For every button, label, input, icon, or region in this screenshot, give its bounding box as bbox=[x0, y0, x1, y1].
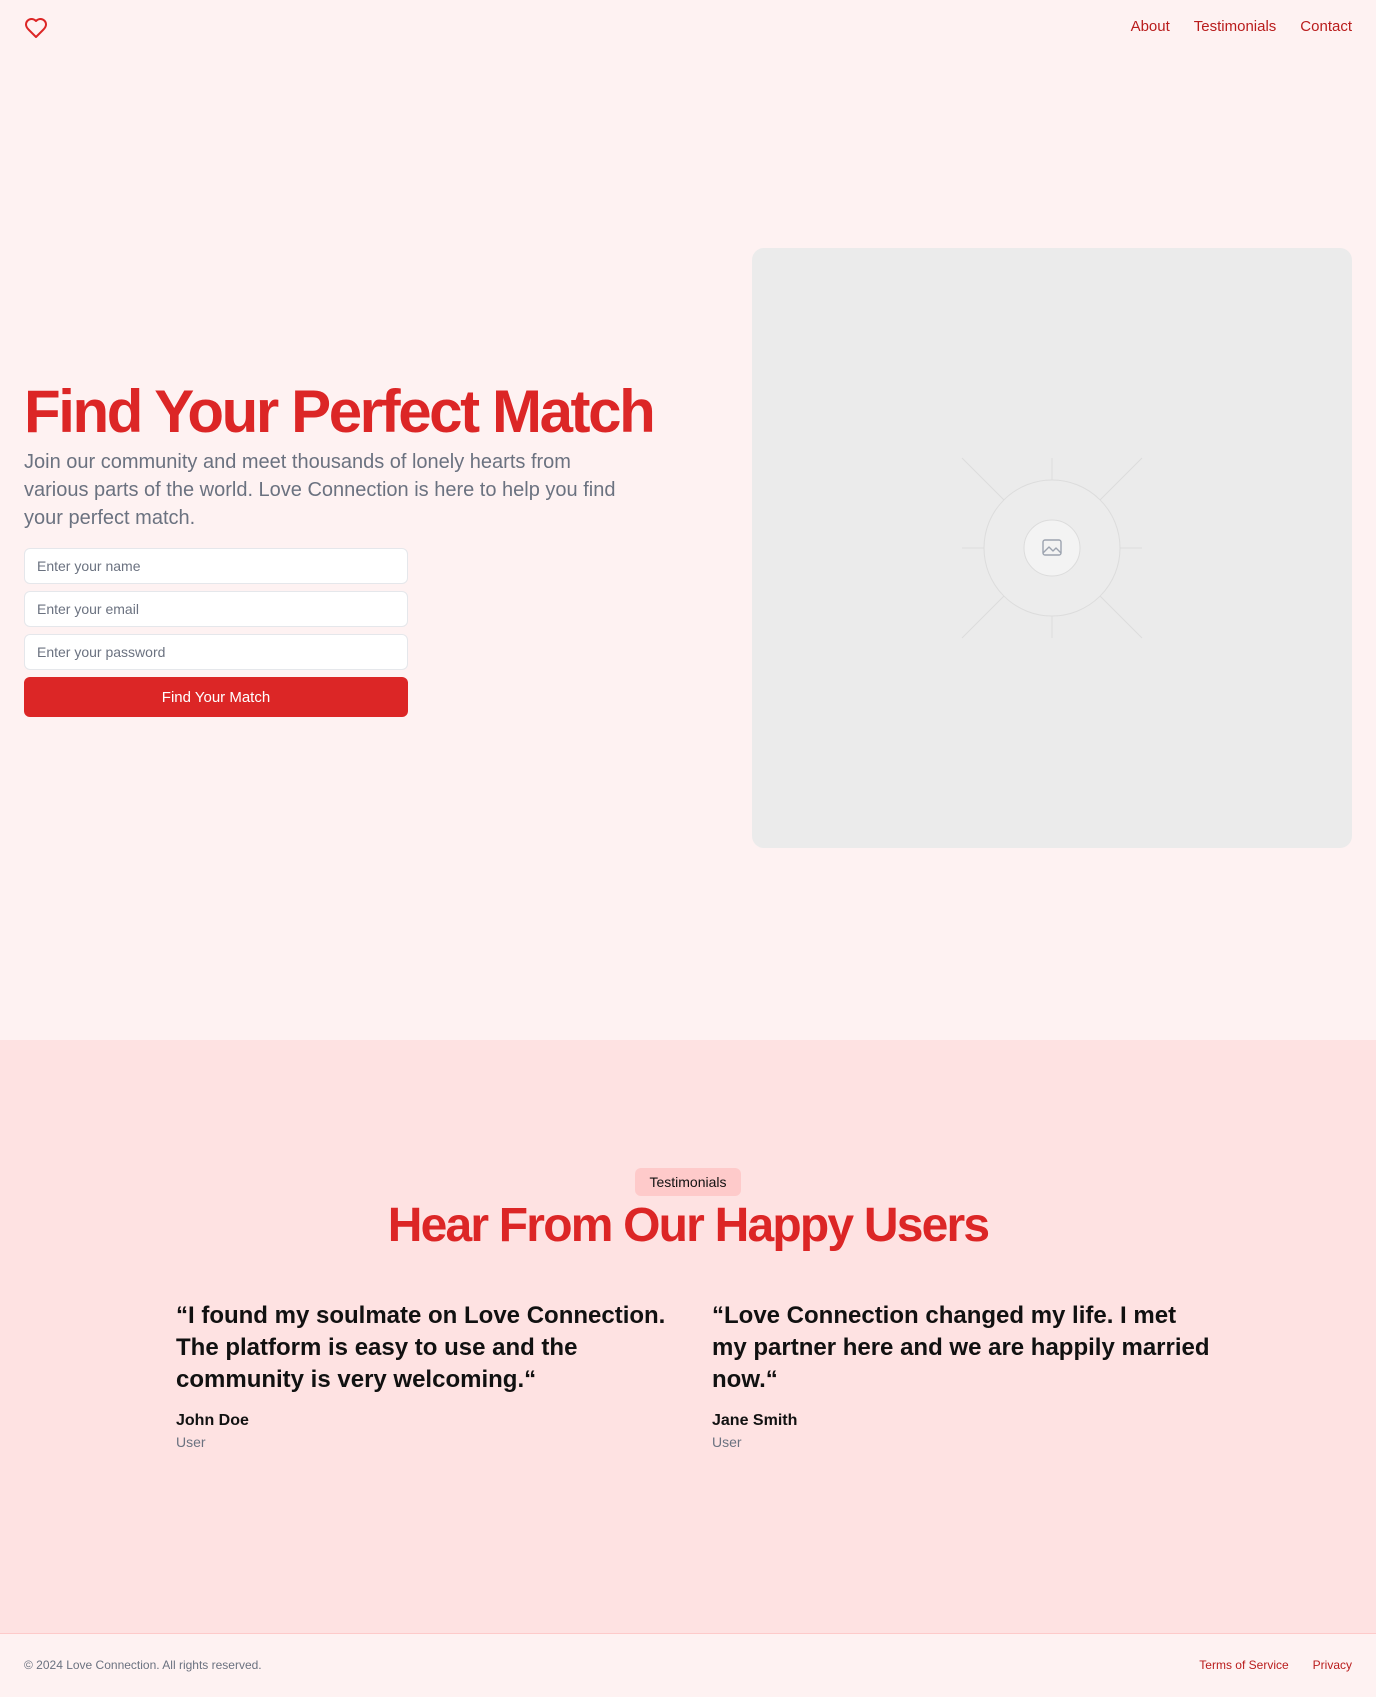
testimonial-card: “I found my soulmate on Love Connection.… bbox=[176, 1300, 676, 1452]
site-footer: © 2024 Love Connection. All rights reser… bbox=[0, 1633, 1376, 1697]
nav-about-link[interactable]: About bbox=[1131, 18, 1170, 35]
nav-contact-link[interactable]: Contact bbox=[1300, 18, 1352, 35]
testimonial-role: User bbox=[712, 1434, 742, 1450]
terms-link[interactable]: Terms of Service bbox=[1199, 1658, 1288, 1672]
nav-testimonials-link[interactable]: Testimonials bbox=[1194, 18, 1277, 35]
main-nav: About Testimonials Contact bbox=[1131, 18, 1352, 35]
testimonials-title: Hear From Our Happy Users bbox=[387, 1199, 990, 1252]
privacy-link[interactable]: Privacy bbox=[1313, 1658, 1352, 1672]
email-input[interactable] bbox=[24, 591, 408, 627]
testimonial-role: User bbox=[176, 1434, 206, 1450]
password-input[interactable] bbox=[24, 634, 408, 670]
heart-icon bbox=[25, 18, 47, 38]
name-input[interactable] bbox=[24, 548, 408, 584]
testimonial-quote: “Love Connection changed my life. I met … bbox=[712, 1302, 1210, 1393]
copyright-text: © 2024 Love Connection. All rights reser… bbox=[24, 1658, 262, 1672]
hero-image-placeholder bbox=[752, 248, 1352, 848]
testimonials-section: Testimonials Hear From Our Happy Users “… bbox=[0, 1040, 1376, 1633]
testimonial-author: Jane Smith bbox=[712, 1412, 798, 1429]
testimonial-quote: “I found my soulmate on Love Connection.… bbox=[176, 1302, 666, 1393]
home-logo-link[interactable] bbox=[24, 16, 48, 40]
testimonial-card: “Love Connection changed my life. I met … bbox=[712, 1300, 1212, 1452]
hero-title: Find Your Perfect Match bbox=[24, 378, 656, 445]
testimonial-author: John Doe bbox=[176, 1412, 249, 1429]
hero-description: Join our community and meet thousands of… bbox=[24, 451, 616, 529]
find-match-button[interactable]: Find Your Match bbox=[24, 677, 408, 717]
testimonials-badge: Testimonials bbox=[635, 1168, 741, 1196]
site-header: About Testimonials Contact bbox=[0, 0, 1376, 56]
footer-nav: Terms of Service Privacy bbox=[1199, 1658, 1352, 1672]
image-placeholder-icon bbox=[961, 457, 1143, 639]
